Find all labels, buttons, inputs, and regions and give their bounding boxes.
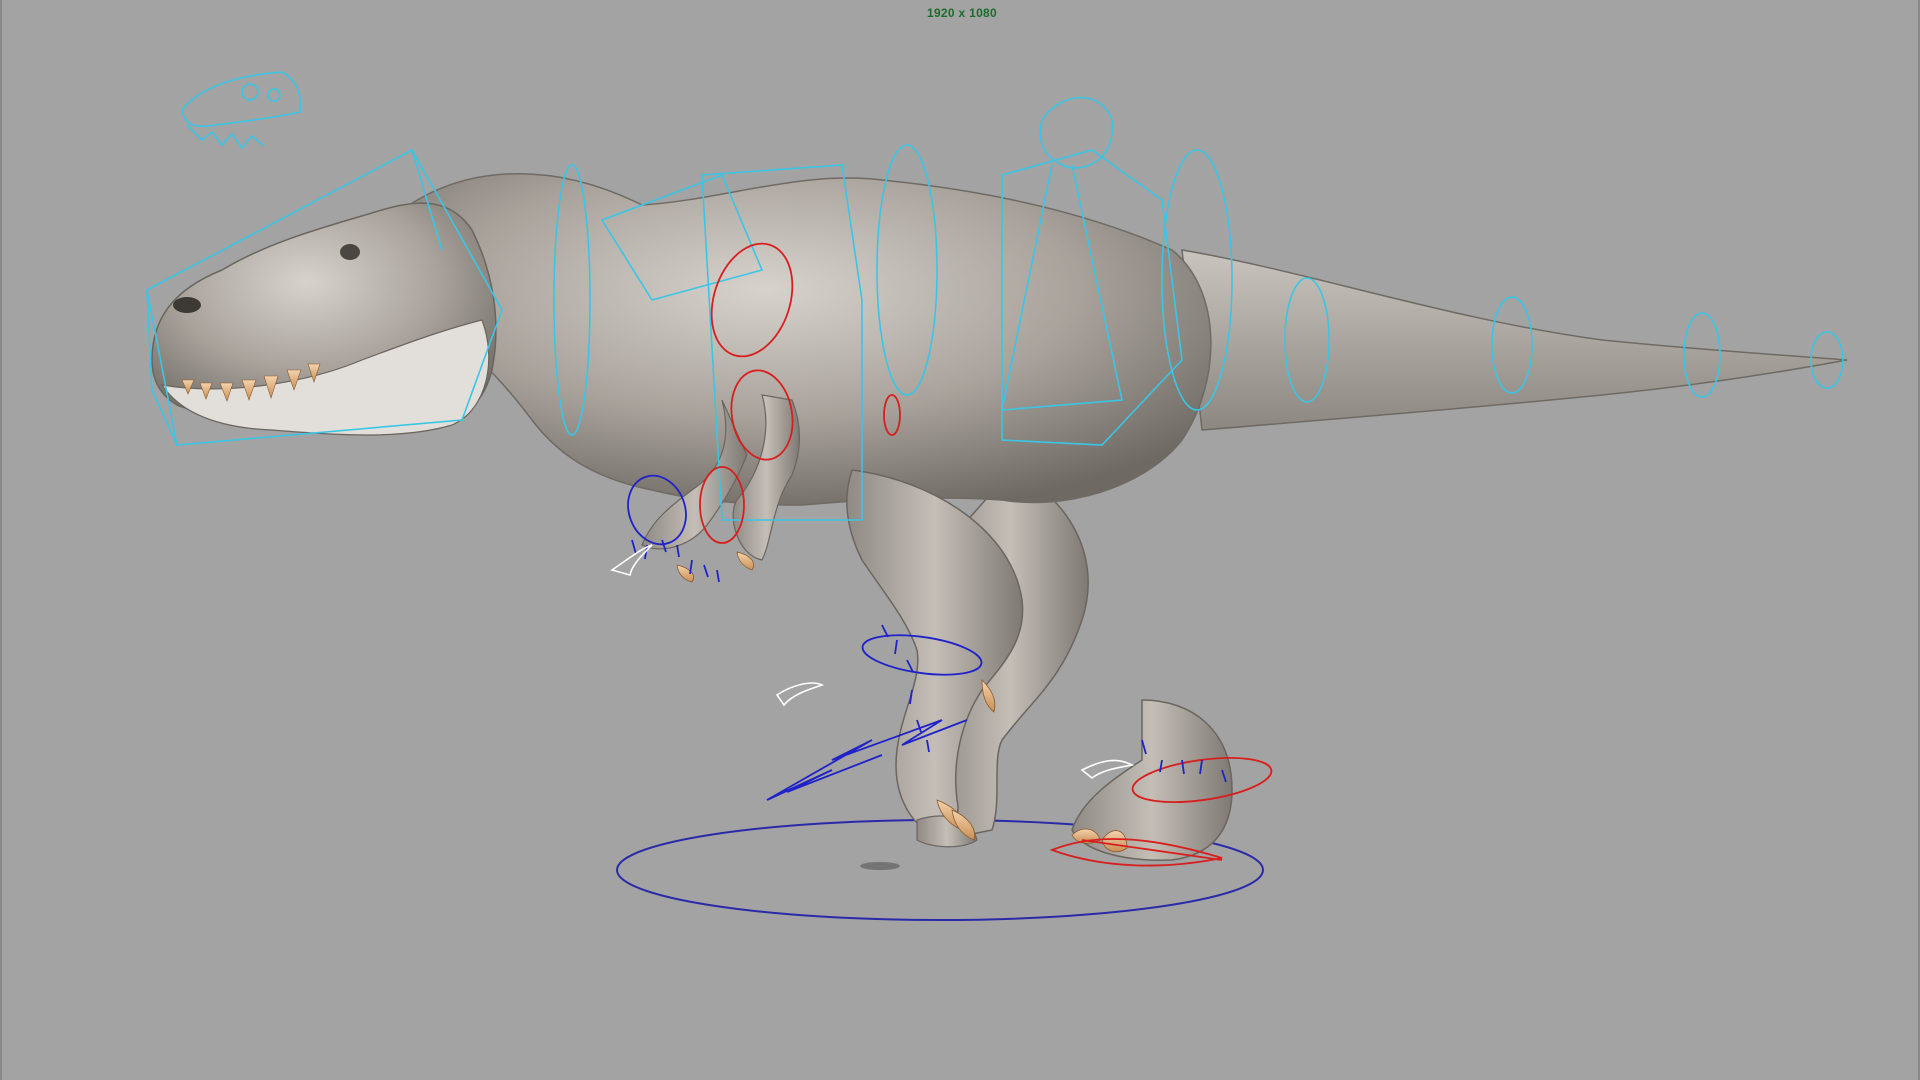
- skull-icon[interactable]: [181, 71, 302, 150]
- body-mesh: [401, 173, 1212, 506]
- root-locator-shadow: [860, 862, 900, 870]
- tail-mesh: [1181, 249, 1848, 431]
- eye: [340, 244, 360, 260]
- 3d-viewport[interactable]: 1920 x 1080: [0, 0, 1920, 1080]
- trex-model[interactable]: [151, 173, 1848, 861]
- viewport-scene[interactable]: [2, 0, 1920, 1080]
- nostril: [173, 297, 201, 313]
